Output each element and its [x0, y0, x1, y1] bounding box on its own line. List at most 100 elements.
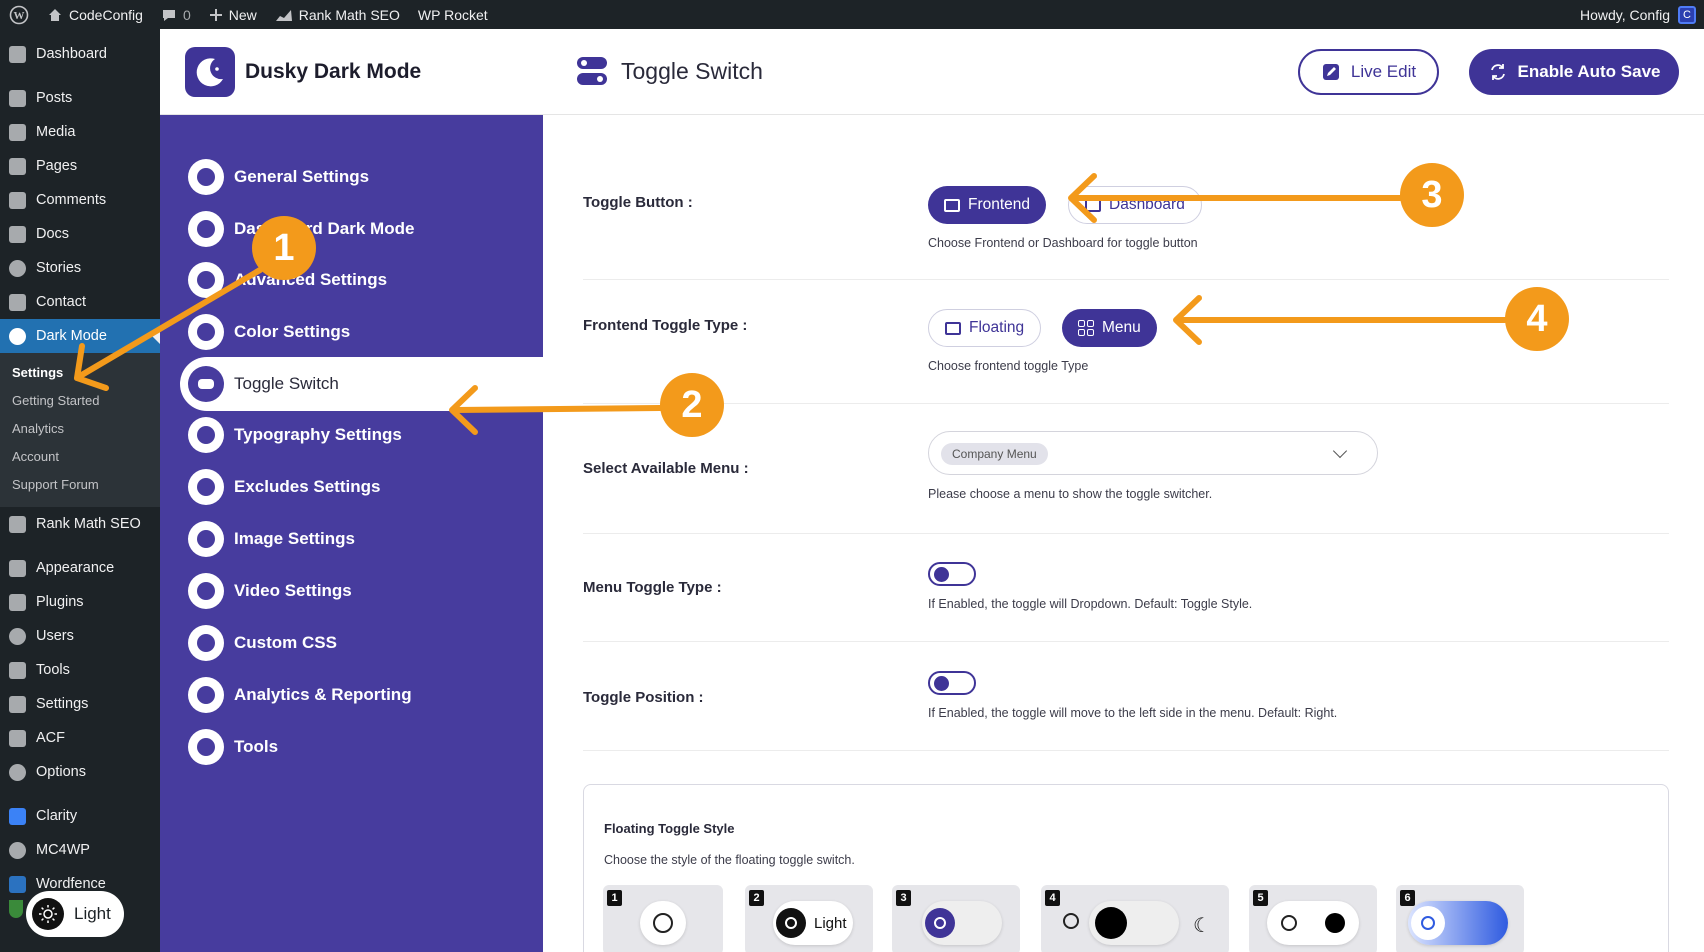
nav-dashboard-dark-mode[interactable]: Dashboard Dark Mode — [188, 205, 548, 253]
account-menu[interactable]: Howdy, Config C — [1580, 0, 1696, 29]
floating-style-option-6[interactable]: 6 — [1396, 885, 1524, 952]
nav-excludes-settings[interactable]: Excludes Settings — [188, 463, 548, 511]
wp-menu-item-acf[interactable]: ACF — [0, 721, 160, 755]
tools-icon — [188, 729, 224, 765]
wp-menu-item-docs[interactable]: Docs — [0, 217, 160, 251]
svg-text:W: W — [14, 10, 25, 22]
mc4wp-icon — [9, 842, 26, 859]
nav-image-settings[interactable]: Image Settings — [188, 515, 548, 563]
nav-typography-settings[interactable]: Typography Settings — [188, 411, 548, 459]
rank-math-link[interactable]: Rank Math SEO — [266, 0, 409, 29]
wp-menu-label: Posts — [36, 90, 73, 106]
floating-style-option-5[interactable]: 5 — [1249, 885, 1377, 952]
sun-icon — [1063, 913, 1079, 929]
wp-menu-label: Settings — [36, 696, 89, 712]
toggle-button-label: Toggle Button : — [583, 194, 693, 211]
wrench-icon — [9, 662, 26, 679]
nav-label: Toggle Switch — [234, 374, 339, 393]
media-icon — [9, 124, 26, 141]
nav-label: Tools — [234, 737, 279, 756]
floating-option[interactable]: Floating — [928, 309, 1042, 347]
user-icon — [9, 628, 26, 645]
acf-icon — [9, 730, 26, 747]
floating-style-option-4[interactable]: 4 ☾ — [1041, 885, 1229, 952]
submenu-item-getting-started[interactable]: Getting Started — [0, 387, 160, 415]
wordpress-logo-icon[interactable]: W — [0, 0, 38, 29]
wp-menu-item-dark-mode[interactable]: Dark Mode — [0, 319, 160, 353]
submenu-item-settings[interactable]: Settings — [0, 359, 160, 387]
excludes-icon — [188, 469, 224, 505]
wp-menu-item-pages[interactable]: Pages — [0, 149, 160, 183]
style-2-preview: Light — [773, 901, 853, 945]
wp-menu-label: Tools — [36, 662, 70, 678]
wp-menu-item-comments[interactable]: Comments — [0, 183, 160, 217]
wp-rocket-link[interactable]: WP Rocket — [409, 0, 497, 29]
nav-general-settings[interactable]: General Settings — [188, 153, 548, 201]
nav-toggle-switch[interactable]: Toggle Switch — [180, 357, 543, 411]
wp-menu-item-stories[interactable]: Stories — [0, 251, 160, 285]
nav-label: Typography Settings — [234, 425, 402, 444]
wp-menu-label: Media — [36, 124, 76, 140]
avatar: C — [1678, 5, 1696, 24]
style-number: 3 — [896, 890, 911, 906]
submenu-item-account[interactable]: Account — [0, 443, 160, 471]
live-edit-button[interactable]: Live Edit — [1298, 49, 1439, 95]
plus-icon — [209, 8, 222, 21]
wp-menu-item-options[interactable]: Options — [0, 755, 160, 789]
wp-menu-item-media[interactable]: Media — [0, 115, 160, 149]
wp-menu-item-tools[interactable]: Tools — [0, 653, 160, 687]
comments-link[interactable]: 0 — [152, 0, 200, 29]
submenu-item-analytics[interactable]: Analytics — [0, 415, 160, 443]
frontend-option[interactable]: Frontend — [928, 186, 1047, 224]
settings-panel: Toggle Button : Frontend Dashboard Choos… — [543, 115, 1704, 952]
light-mode-toggle[interactable]: Light — [26, 891, 124, 937]
wp-menu-item-appearance[interactable]: Appearance — [0, 551, 160, 585]
floating-style-option-1[interactable]: 1 — [603, 885, 723, 952]
nav-label: Custom CSS — [234, 633, 337, 652]
frontend-icon — [944, 198, 960, 212]
docs-icon — [9, 226, 26, 243]
floating-style-option-3[interactable]: 3 — [892, 885, 1020, 952]
wp-menu-item-contact[interactable]: Contact — [0, 285, 160, 319]
submenu-item-support-forum[interactable]: Support Forum — [0, 471, 160, 499]
floating-style-option-2[interactable]: 2 Light — [745, 885, 873, 952]
wp-menu-label: Dark Mode — [36, 328, 107, 344]
new-content-link[interactable]: New — [200, 0, 266, 29]
nav-custom-css[interactable]: Custom CSS — [188, 619, 548, 667]
light-mode-label: Light — [74, 904, 111, 923]
menu-toggle-type-switch[interactable] — [928, 562, 976, 586]
wp-menu-item-posts[interactable]: Posts — [0, 81, 160, 115]
nav-video-settings[interactable]: Video Settings — [188, 567, 548, 615]
wp-menu-item-rank-math[interactable]: Rank Math SEO — [0, 507, 160, 541]
menu-select-dropdown[interactable]: Company Menu — [928, 431, 1378, 475]
wp-menu-item-users[interactable]: Users — [0, 619, 160, 653]
palette-icon — [188, 314, 224, 350]
site-name-link[interactable]: CodeConfig — [38, 0, 152, 29]
wp-menu-item-plugins[interactable]: Plugins — [0, 585, 160, 619]
mail-icon — [9, 294, 26, 311]
nav-color-settings[interactable]: Color Settings — [188, 308, 548, 356]
nav-advanced-settings[interactable]: Advanced Settings — [188, 256, 548, 304]
toggle-position-switch[interactable] — [928, 671, 976, 695]
nav-tools[interactable]: Tools — [188, 723, 548, 771]
frontend-toggle-type-label: Frontend Toggle Type : — [583, 317, 748, 334]
style-2-label: Light — [814, 914, 847, 932]
enable-auto-save-button[interactable]: Enable Auto Save — [1469, 49, 1679, 95]
wp-menu-item-mc4wp[interactable]: MC4WP — [0, 833, 160, 867]
menu-option[interactable]: Menu — [1062, 309, 1157, 347]
wp-menu-item-dashboard[interactable]: Dashboard — [0, 37, 160, 71]
wp-menu-label: Users — [36, 628, 74, 644]
dashboard-option[interactable]: Dashboard — [1068, 186, 1202, 224]
style-1-preview — [640, 901, 686, 945]
chevron-down-icon — [1332, 443, 1348, 459]
wp-menu-item-clarity[interactable]: Clarity — [0, 799, 160, 833]
nav-label: Advanced Settings — [234, 270, 388, 289]
toggle-position-help: If Enabled, the toggle will move to the … — [928, 706, 1338, 720]
wp-menu-item-settings[interactable]: Settings — [0, 687, 160, 721]
dark-mode-submenu: Settings Getting Started Analytics Accou… — [0, 353, 160, 507]
nav-analytics-reporting[interactable]: Analytics & Reporting — [188, 671, 548, 719]
row-toggle-position — [583, 642, 1669, 751]
clarity-icon — [9, 808, 26, 825]
floating-option-label: Floating — [969, 319, 1025, 336]
floating-style-subtitle: Choose the style of the floating toggle … — [604, 853, 855, 867]
